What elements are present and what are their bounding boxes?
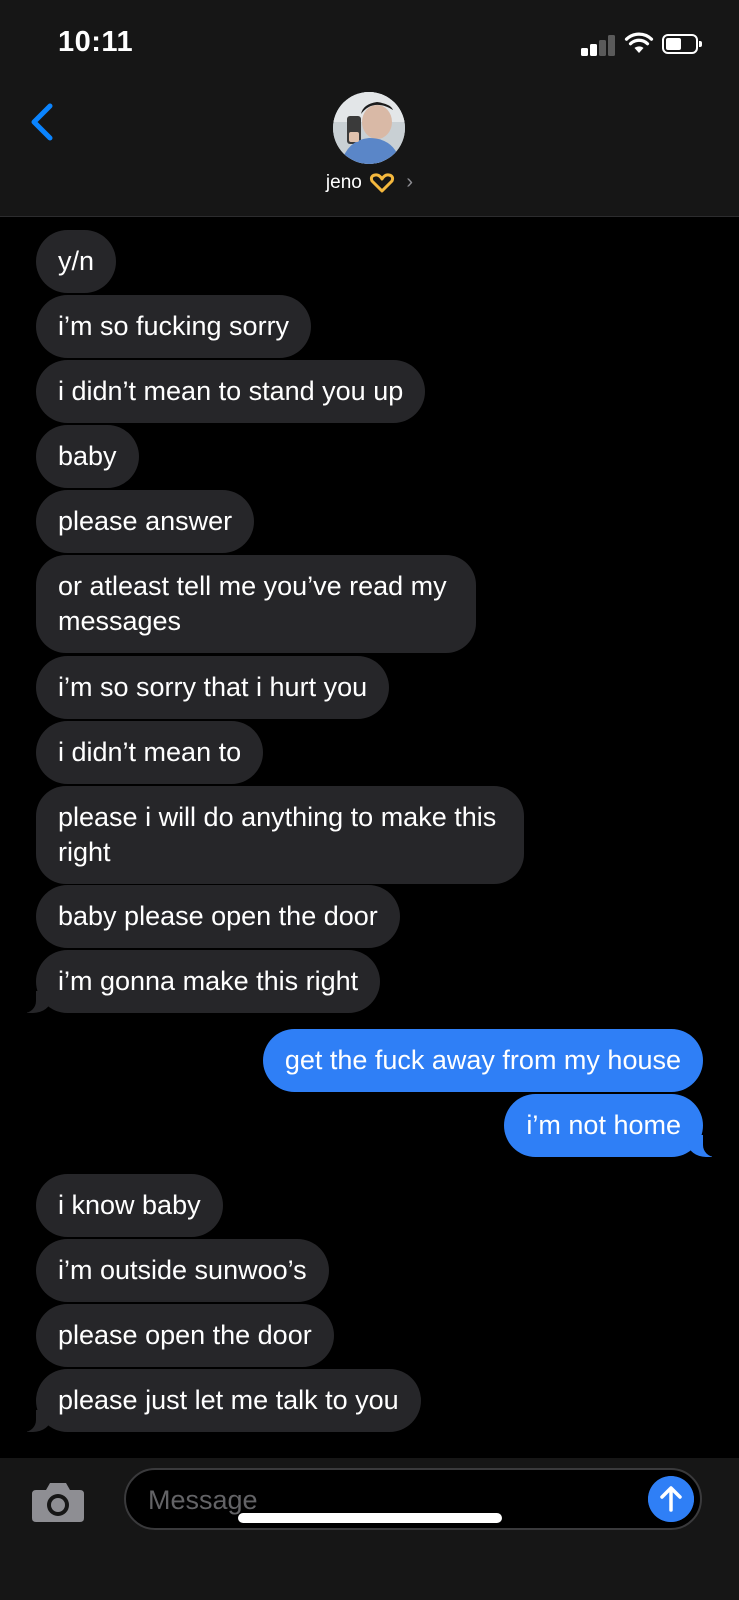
contact-name: jeno <box>325 171 362 193</box>
message-bubble-sent[interactable]: get the fuck away from my house <box>262 1029 703 1092</box>
message-thread: y/n i’m so fucking sorry i didn’t mean t… <box>0 218 739 1458</box>
message-bubble-received[interactable]: i’m so sorry that i hurt you <box>36 656 390 719</box>
message-bubble-received[interactable]: please answer <box>36 490 255 553</box>
conversation-header: 10:11 jeno › <box>0 0 739 217</box>
message-bubble-received[interactable]: please i will do anything to make this r… <box>36 786 524 884</box>
send-arrow-icon[interactable] <box>648 1476 694 1522</box>
message-bubble-received[interactable]: i didn’t mean to <box>36 721 264 784</box>
back-chevron-icon[interactable] <box>22 98 62 146</box>
status-time: 10:11 <box>58 26 134 58</box>
message-bubble-received[interactable]: i’m gonna make this right <box>21 950 381 1013</box>
message-bubble-sent[interactable]: i’m not home <box>504 1094 717 1157</box>
message-bubble-received[interactable]: please open the door <box>36 1304 334 1367</box>
message-bubble-received[interactable]: baby please open the door <box>36 885 400 948</box>
battery-icon <box>662 34 702 54</box>
heart-hands-icon <box>370 172 395 192</box>
message-bubble-received[interactable]: or atleast tell me you’ve read my messag… <box>36 555 476 653</box>
message-bubble-received[interactable]: baby <box>36 425 139 488</box>
message-bubble-received[interactable]: y/n <box>36 230 117 293</box>
contact-avatar[interactable] <box>333 92 405 164</box>
contact-name-row[interactable]: jeno › <box>0 171 739 201</box>
message-bubble-received[interactable]: i’m so fucking sorry <box>36 295 312 358</box>
composer-bar <box>0 1458 739 1600</box>
cellular-signal-icon <box>581 34 617 56</box>
camera-icon[interactable] <box>30 1478 86 1524</box>
message-bubble-received[interactable]: please just let me talk to you <box>22 1369 421 1432</box>
avatar-photo <box>333 92 405 164</box>
chevron-right-icon: › <box>406 171 414 193</box>
home-indicator <box>238 1513 502 1523</box>
message-bubble-received[interactable]: i’m outside sunwoo’s <box>36 1239 329 1302</box>
message-bubble-received[interactable]: i didn’t mean to stand you up <box>36 360 426 423</box>
message-bubble-received[interactable]: i know baby <box>36 1174 223 1237</box>
wifi-icon <box>624 32 654 53</box>
